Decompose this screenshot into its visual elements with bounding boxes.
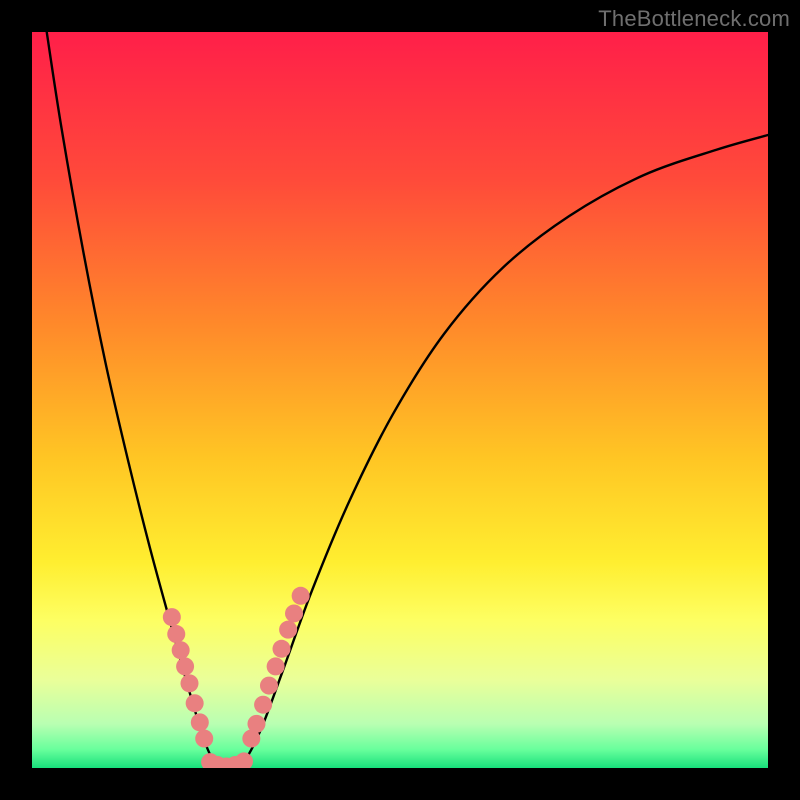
marker-left-branch	[191, 713, 209, 731]
marker-right-branch	[254, 696, 272, 714]
marker-right-branch	[267, 657, 285, 675]
marker-right-branch	[260, 677, 278, 695]
bottleneck-curve	[47, 32, 768, 768]
watermark-text: TheBottleneck.com	[598, 6, 790, 32]
marker-left-branch	[181, 674, 199, 692]
plot-area	[32, 32, 768, 768]
marker-left-branch	[195, 730, 213, 748]
curve-layer	[32, 32, 768, 768]
marker-right-branch	[273, 640, 291, 658]
marker-left-branch	[186, 694, 204, 712]
marker-right-branch	[247, 715, 265, 733]
marker-left-branch	[163, 608, 181, 626]
marker-left-branch	[167, 625, 185, 643]
marker-right-branch	[292, 587, 310, 605]
marker-left-branch	[176, 657, 194, 675]
marker-group	[163, 587, 310, 768]
marker-right-branch	[279, 621, 297, 639]
marker-bottom	[235, 752, 253, 768]
chart-frame: TheBottleneck.com	[0, 0, 800, 800]
marker-right-branch	[285, 604, 303, 622]
marker-left-branch	[172, 641, 190, 659]
